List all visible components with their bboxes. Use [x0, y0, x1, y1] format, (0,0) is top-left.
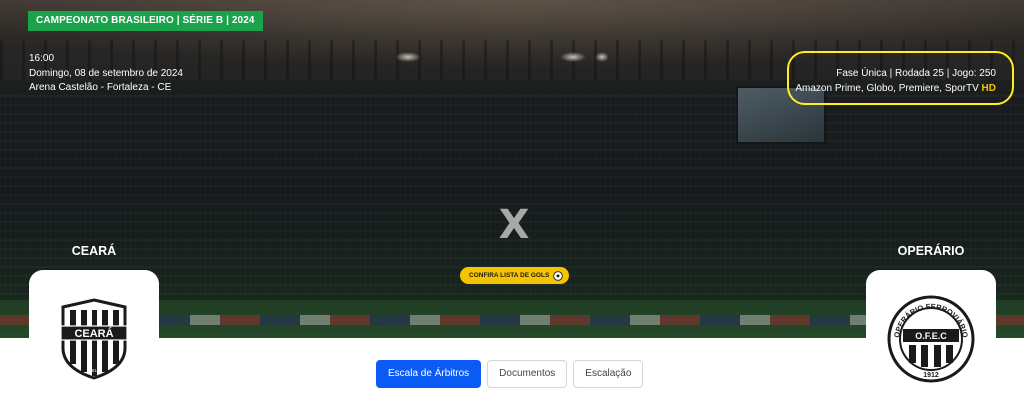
- away-team-logo-card[interactable]: OPERÁRIO FERROVIÁRIO O.F.E.C 1912: [866, 270, 996, 408]
- goals-list-label: CONFIRA LISTA DE GOLS: [469, 272, 550, 279]
- goals-list-button[interactable]: CONFIRA LISTA DE GOLS: [460, 267, 570, 284]
- match-time: 16:00: [29, 53, 55, 64]
- highlight-annotation-circle: [787, 51, 1014, 105]
- away-team-name: OPERÁRIO: [897, 244, 965, 258]
- tab-escala-de-arbitros[interactable]: Escala de Árbitros: [376, 360, 482, 388]
- svg-text:CEARÁ: CEARÁ: [74, 327, 113, 340]
- match-venue: Arena Castelão - Fortaleza - CE: [29, 82, 172, 93]
- operario-crest: OPERÁRIO FERROVIÁRIO O.F.E.C 1912: [887, 295, 975, 383]
- tab-escalacao[interactable]: Escalação: [573, 360, 644, 388]
- versus-mark: X: [498, 202, 530, 248]
- match-date: Domingo, 08 de setembro de 2024: [29, 67, 183, 79]
- match-info-left: 16:00 Domingo, 08 de setembro de 2024 Ar…: [29, 52, 183, 96]
- competition-badge: CAMPEONATO BRASILEIRO | SÉRIE B | 2024: [28, 11, 263, 31]
- tab-documentos[interactable]: Documentos: [487, 360, 568, 388]
- home-team-name: CEARÁ: [71, 244, 117, 258]
- svg-text:1914: 1914: [89, 368, 100, 373]
- ceara-crest: CEARÁ 1914: [60, 298, 128, 380]
- soccer-ball-icon: [553, 270, 564, 281]
- home-team-logo-card[interactable]: CEARÁ 1914: [29, 270, 159, 408]
- svg-text:1912: 1912: [923, 372, 939, 379]
- match-tabs: Escala de Árbitros Documentos Escalação: [376, 360, 644, 388]
- match-page: { "competition_badge": "CAMPEONATO BRASI…: [0, 0, 1024, 408]
- svg-text:O.F.E.C: O.F.E.C: [915, 331, 947, 341]
